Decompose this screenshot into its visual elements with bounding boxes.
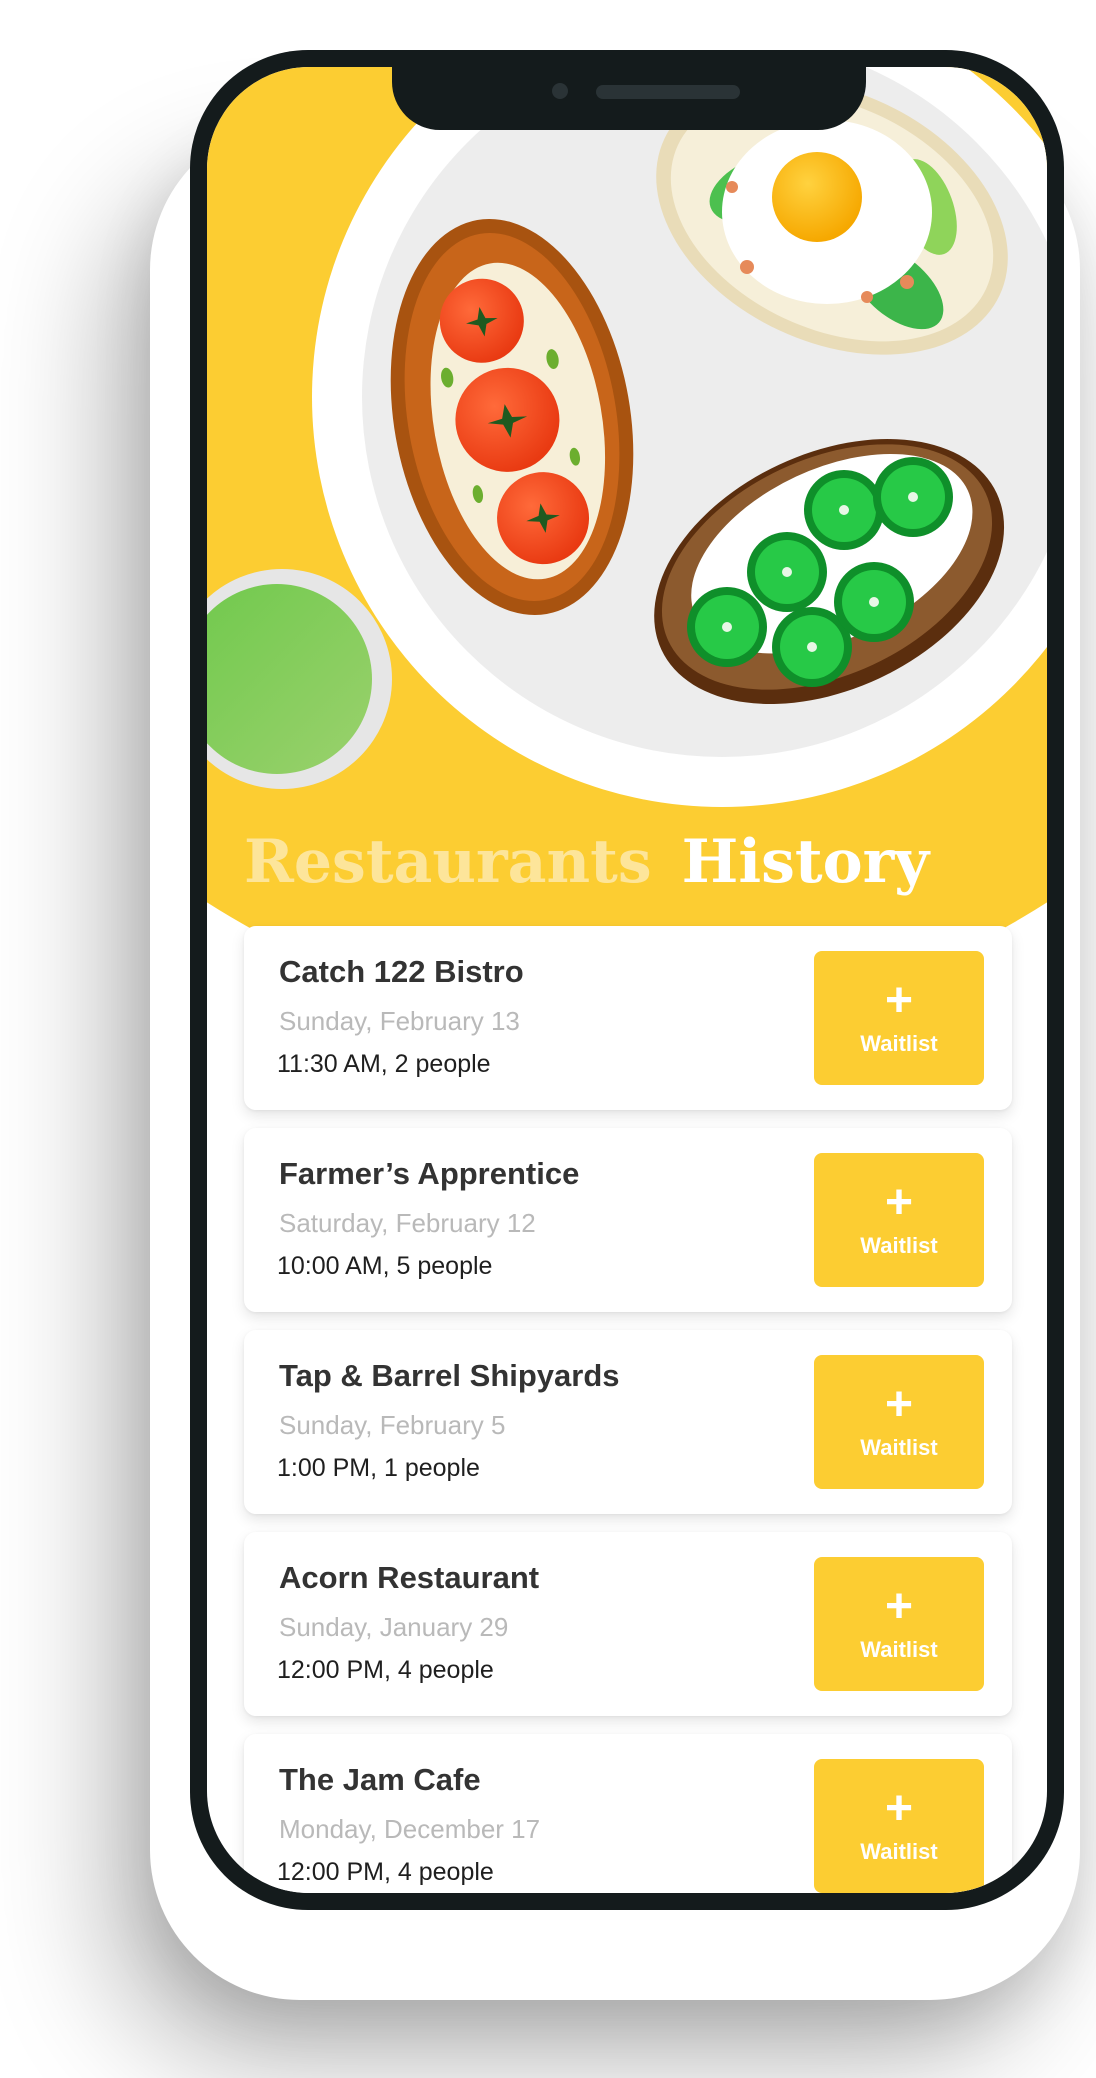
visit-date: Monday, December 17 <box>279 1814 541 1844</box>
history-card[interactable]: Farmer’s Apprentice Saturday, February 1… <box>244 1128 1012 1312</box>
visit-details: 11:30 AM, 2 people <box>277 1050 491 1078</box>
visit-details: 1:00 PM, 1 people <box>277 1454 480 1482</box>
tab-restaurants[interactable]: Restaurants <box>244 827 652 897</box>
visit-date: Sunday, February 13 <box>279 1006 520 1036</box>
restaurant-name: The Jam Cafe <box>279 1762 481 1797</box>
waitlist-button[interactable]: + Waitlist <box>814 1153 984 1287</box>
plus-icon: + <box>884 1378 914 1431</box>
waitlist-button[interactable]: + Waitlist <box>814 1759 984 1893</box>
waitlist-button[interactable]: + Waitlist <box>814 1557 984 1691</box>
plus-icon: + <box>884 1782 914 1835</box>
app-screen: Restaurants History Catch 122 Bistro Sun… <box>207 67 1047 1893</box>
visit-details: 10:00 AM, 5 people <box>277 1252 493 1280</box>
waitlist-button[interactable]: + Waitlist <box>814 1355 984 1489</box>
tab-history[interactable]: History <box>682 827 929 897</box>
section-tabs: Restaurants History <box>244 827 929 927</box>
restaurant-name: Catch 122 Bistro <box>279 954 524 989</box>
waitlist-label: Waitlist <box>860 1031 938 1056</box>
camera-icon <box>552 83 568 99</box>
history-card[interactable]: Tap & Barrel Shipyards Sunday, February … <box>244 1330 1012 1514</box>
history-card[interactable]: Acorn Restaurant Sunday, January 29 12:0… <box>244 1532 1012 1716</box>
visit-details: 12:00 PM, 4 people <box>277 1858 494 1886</box>
visit-date: Sunday, January 29 <box>279 1612 509 1642</box>
restaurant-name: Acorn Restaurant <box>279 1560 540 1595</box>
restaurant-name: Tap & Barrel Shipyards <box>279 1358 620 1393</box>
history-card[interactable]: The Jam Cafe Monday, December 17 12:00 P… <box>244 1734 1012 1893</box>
waitlist-label: Waitlist <box>860 1233 938 1258</box>
visit-date: Saturday, February 12 <box>279 1208 536 1238</box>
speaker-grille <box>596 85 740 99</box>
sauce-bowl <box>207 569 392 789</box>
waitlist-label: Waitlist <box>860 1637 938 1662</box>
history-card[interactable]: Catch 122 Bistro Sunday, February 13 11:… <box>244 926 1012 1110</box>
visit-details: 12:00 PM, 4 people <box>277 1656 494 1684</box>
phone-notch <box>392 67 866 130</box>
waitlist-label: Waitlist <box>860 1435 938 1460</box>
history-list: Catch 122 Bistro Sunday, February 13 11:… <box>244 926 1012 1893</box>
phone-frame: Restaurants History Catch 122 Bistro Sun… <box>190 50 1064 1910</box>
waitlist-button[interactable]: + Waitlist <box>814 951 984 1085</box>
restaurant-name: Farmer’s Apprentice <box>279 1156 580 1191</box>
waitlist-label: Waitlist <box>860 1839 938 1864</box>
visit-date: Sunday, February 5 <box>279 1410 506 1440</box>
plus-icon: + <box>884 1176 914 1229</box>
plate-of-toasts-illustration <box>207 67 1047 807</box>
plus-icon: + <box>884 1580 914 1633</box>
plus-icon: + <box>884 974 914 1027</box>
